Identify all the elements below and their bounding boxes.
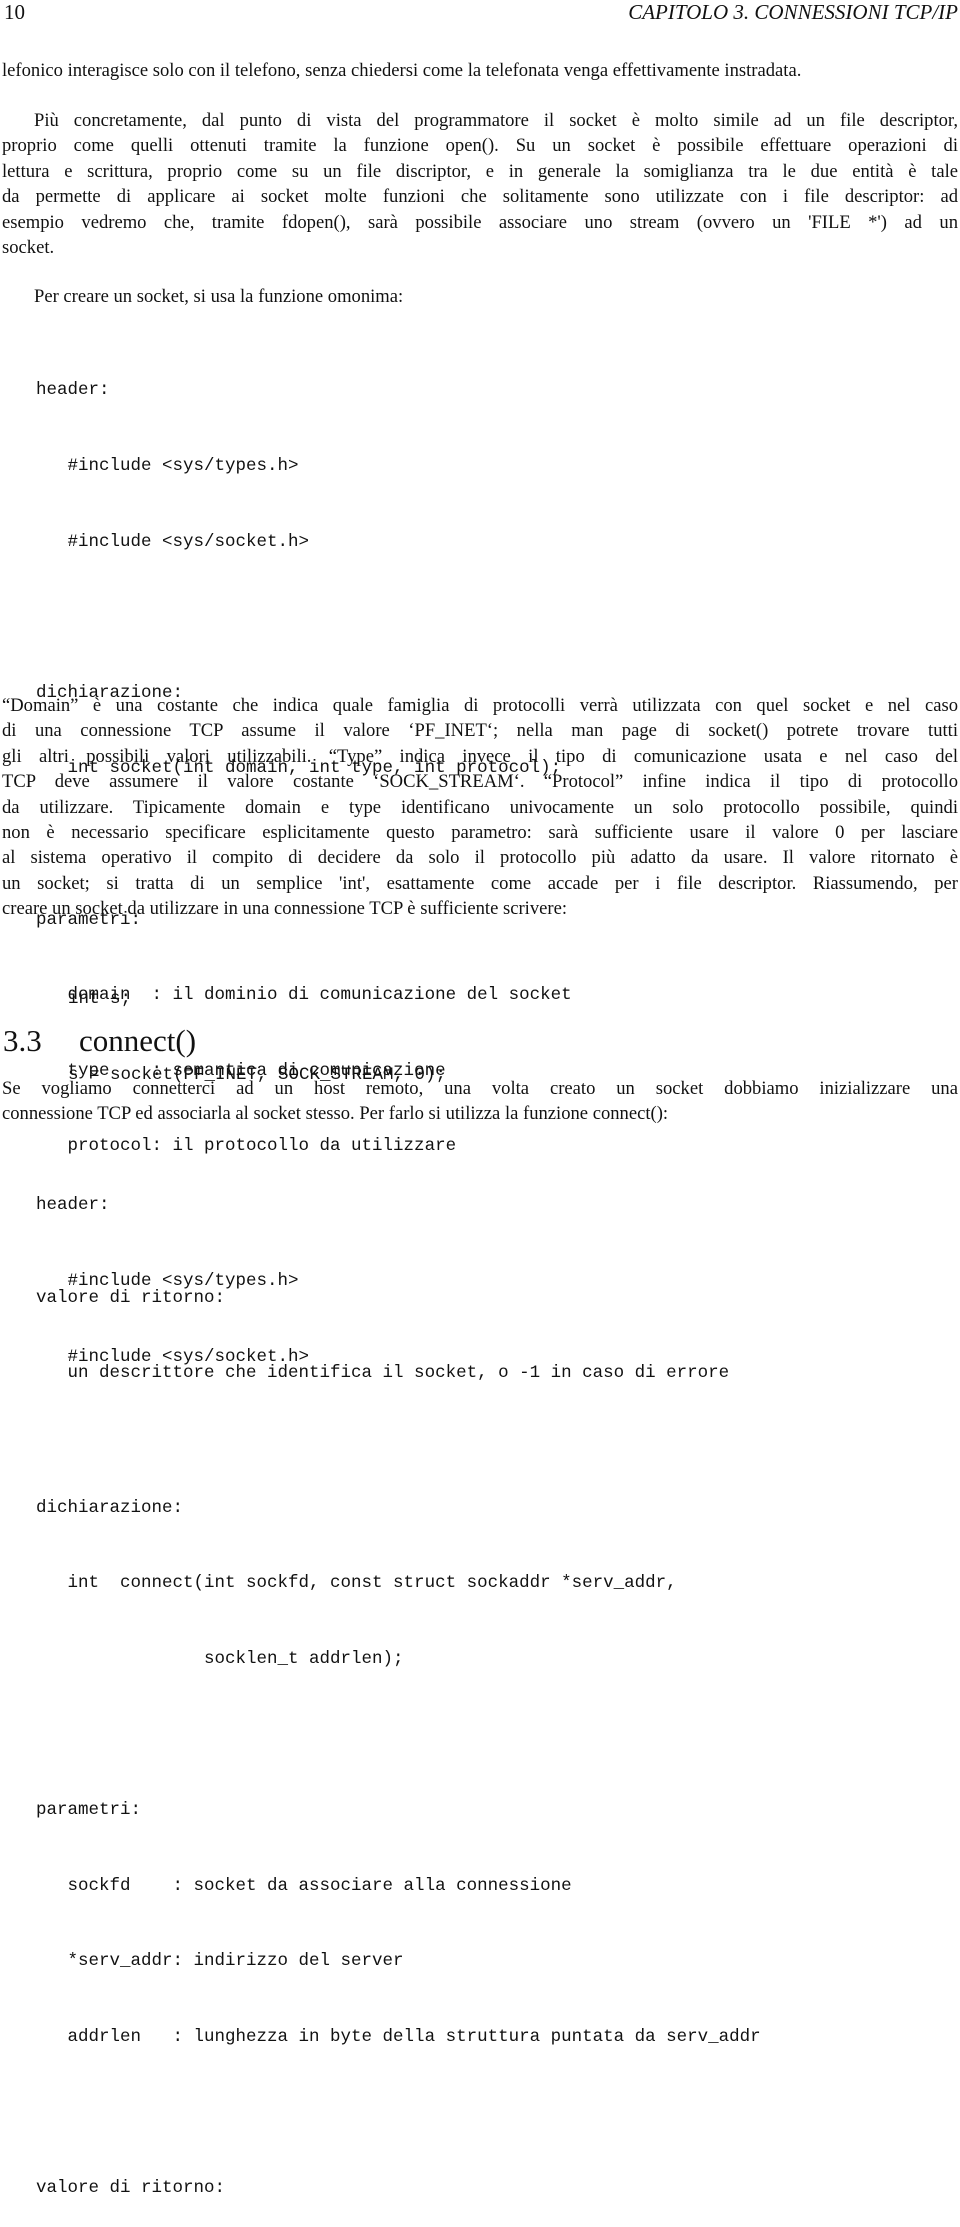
code-line: int connect(int sockfd, const struct soc… xyxy=(36,1573,677,1594)
paragraph-connect-intro: Se vogliamo connetterci ad un host remot… xyxy=(2,1076,958,1127)
code-line: #include <sys/types.h> xyxy=(36,456,299,476)
running-header: 10 CAPITOLO 3. CONNESSIONI TCP/IP xyxy=(0,0,960,30)
code-line: header: xyxy=(36,1195,110,1216)
paragraph-socket-parameters-explanation: “Domain” è una costante che indica quale… xyxy=(2,693,958,922)
text-line: socket. xyxy=(2,236,55,258)
code-line: int s; xyxy=(68,989,132,1010)
section-number: 3.3 xyxy=(3,1023,42,1058)
code-line: socklen_t addrlen); xyxy=(36,1648,404,1669)
text-line: lefonico interagisce solo con il telefon… xyxy=(2,60,802,81)
section-title: connect() xyxy=(79,1023,197,1058)
text-line: non è necessario specificare esplicitame… xyxy=(2,821,958,843)
text-line: Più concretamente, dal punto di vista de… xyxy=(34,110,958,131)
continued-paragraph: lefonico interagisce solo con il telefon… xyxy=(2,58,958,83)
code-line: header: xyxy=(36,380,110,401)
text-line: esempio vedremo che, tramite fdopen(), s… xyxy=(2,211,958,233)
paragraph-socket-file-descriptor: Più concretamente, dal punto di vista de… xyxy=(2,108,958,260)
text-line: connessione TCP ed associarla al socket … xyxy=(2,1103,669,1125)
chapter-title: CAPITOLO 3. CONNESSIONI TCP/IP xyxy=(628,0,958,24)
code-line: valore di ritorno: xyxy=(36,2178,226,2199)
text-line: TCP deve assumere il valore costante ‘SO… xyxy=(2,771,958,793)
text-line: creare un socket da utilizzare in una co… xyxy=(2,898,567,920)
text-line: Se vogliamo connetterci ad un host remot… xyxy=(2,1078,958,1099)
code-line: #include <sys/types.h> xyxy=(36,1271,299,1291)
code-line: #include <sys/socket.h> xyxy=(36,531,310,552)
code-line: #include <sys/socket.h> xyxy=(36,1346,310,1367)
text-line: lettura e scrittura, proprio come su un … xyxy=(2,160,958,182)
code-line: *serv_addr: indirizzo del server xyxy=(36,1951,404,1972)
text-line: da permette di applicare ai socket molte… xyxy=(2,186,958,208)
text-line: di una connessione TCP assume il valore … xyxy=(2,720,958,742)
code-line: parametri: xyxy=(36,1800,142,1821)
connect-synopsis-code-block: header: #include <sys/types.h> #include … xyxy=(36,1143,761,2227)
code-line: addrlen : lunghezza in byte della strutt… xyxy=(36,2026,761,2047)
paragraph-create-socket: Per creare un socket, si usa la funzione… xyxy=(2,284,958,309)
code-line: dichiarazione: xyxy=(36,1497,184,1518)
text-line: un socket; si tratta di un semplice 'int… xyxy=(2,872,958,894)
page-number: 10 xyxy=(4,0,25,24)
text-line: proprio come quelli ottenuti tramite la … xyxy=(2,135,958,157)
section-heading-connect: 3.3 connect() xyxy=(3,1022,196,1060)
text-line: Per creare un socket, si usa la funzione… xyxy=(34,286,404,307)
text-line: “Domain” è una costante che indica quale… xyxy=(2,695,958,716)
text-line: al sistema operativo il compito di decid… xyxy=(2,847,958,869)
text-line: gli altri possibili valori utilizzabili.… xyxy=(2,745,958,767)
text-line: da utilizzare. Tipicamente domain e type… xyxy=(2,796,958,818)
code-line: sockfd : socket da associare alla connes… xyxy=(36,1875,572,1896)
